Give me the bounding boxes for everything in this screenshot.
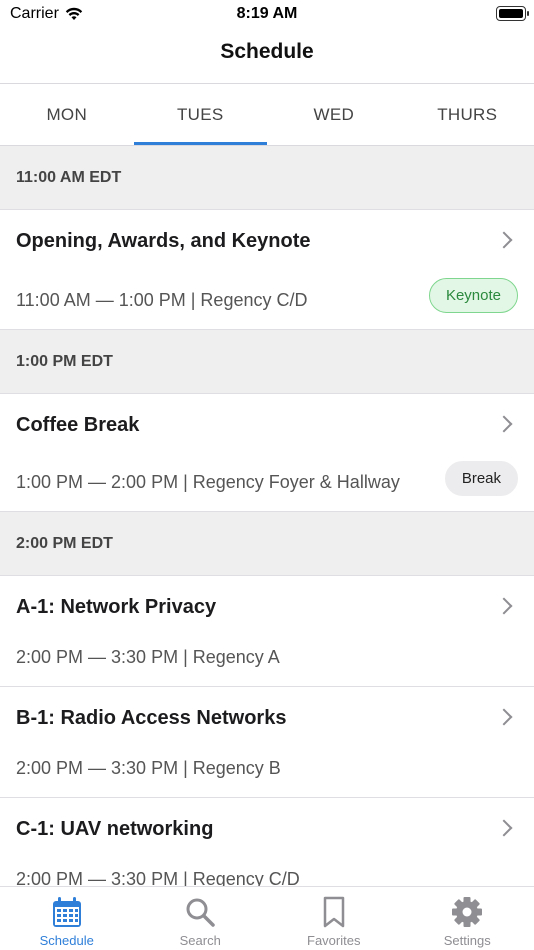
section-header: 2:00 PM EDT (0, 512, 534, 576)
session-title: C-1: UAV networking (16, 818, 214, 840)
bottom-tab-bar: Schedule Search Favorites Settings (0, 886, 534, 950)
tab-tues[interactable]: TUES (133, 84, 268, 145)
session-title: A-1: Network Privacy (16, 596, 217, 618)
page-title: Schedule (220, 40, 314, 63)
chevron-right-icon (495, 597, 513, 615)
tab-mon[interactable]: MON (0, 84, 134, 145)
session-row[interactable]: A-1: Network Privacy 2:00 PM — 3:30 PM |… (0, 576, 534, 687)
tab-thurs[interactable]: THURS (401, 84, 534, 145)
tab-label: Settings (443, 933, 491, 948)
tab-schedule[interactable]: Schedule (0, 887, 134, 950)
chevron-right-icon (495, 708, 513, 726)
chevron-right-icon (495, 415, 513, 433)
session-time-location: 2:00 PM — 3:30 PM | Regency A (16, 647, 280, 667)
section-header: 1:00 PM EDT (0, 330, 534, 394)
chevron-right-icon (495, 819, 513, 837)
session-title: B-1: Radio Access Networks (16, 707, 287, 729)
tab-label: Favorites (307, 933, 361, 948)
bookmark-icon (323, 896, 344, 928)
battery-icon (496, 6, 529, 21)
gear-icon (452, 897, 483, 927)
session-row[interactable]: B-1: Radio Access Networks 2:00 PM — 3:3… (0, 687, 534, 798)
category-badge: Break (444, 461, 518, 496)
day-tabs: MON TUES WED THURS (0, 84, 534, 145)
session-time-location: 2:00 PM — 3:30 PM | Regency B (16, 758, 281, 778)
tab-label: Schedule (39, 933, 94, 948)
chevron-right-icon (495, 231, 513, 249)
session-row[interactable]: Opening, Awards, and Keynote 11:00 AM — … (0, 210, 534, 330)
clock: 8:19 AM (236, 5, 298, 22)
tab-settings[interactable]: Settings (401, 887, 534, 950)
session-row[interactable]: C-1: UAV networking 2:00 PM — 3:30 PM | … (0, 798, 534, 886)
section-header: 11:00 AM EDT (0, 146, 534, 210)
schedule-list[interactable]: 11:00 AM EDT Opening, Awards, and Keynot… (0, 146, 534, 886)
session-row[interactable]: Coffee Break 1:00 PM — 2:00 PM | Regency… (0, 394, 534, 512)
session-time-location: 1:00 PM — 2:00 PM | Regency Foyer & Hall… (16, 472, 400, 492)
tab-label: Search (179, 933, 221, 948)
tab-favorites[interactable]: Favorites (267, 887, 401, 950)
category-badge: Keynote (428, 278, 518, 313)
session-time-location: 11:00 AM — 1:00 PM | Regency C/D (16, 290, 308, 310)
tab-search[interactable]: Search (134, 887, 268, 950)
session-title: Opening, Awards, and Keynote (16, 230, 311, 252)
search-icon (186, 898, 215, 927)
calendar-icon (52, 897, 81, 927)
tab-wed[interactable]: WED (267, 84, 401, 145)
status-bar: Carrier 8:19 AM (0, 0, 534, 30)
session-title: Coffee Break (16, 414, 140, 436)
session-time-location: 2:00 PM — 3:30 PM | Regency C/D (16, 869, 300, 886)
